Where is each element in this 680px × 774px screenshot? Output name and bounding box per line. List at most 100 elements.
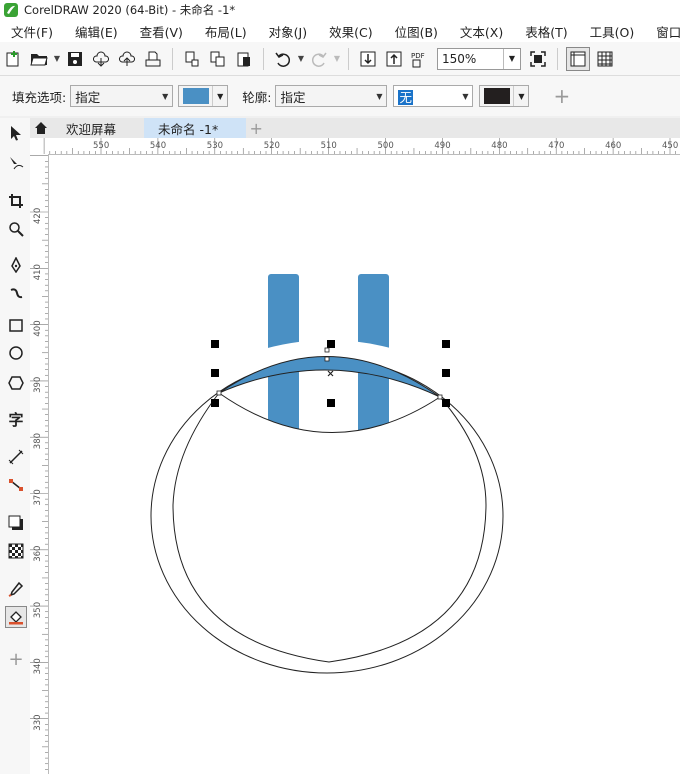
checkerboard-icon: [8, 543, 24, 559]
horizontal-ruler[interactable]: 550 540 530 520 510 500 490 480 470 460 450: [30, 138, 680, 155]
show-rulers-button[interactable]: [566, 46, 590, 71]
menu-window[interactable]: 窗口: [645, 22, 680, 41]
rectangle-tool[interactable]: [5, 314, 27, 336]
crop-tool[interactable]: [5, 190, 27, 212]
handle-middle-right[interactable]: [442, 369, 450, 377]
menu-file[interactable]: 文件(F): [0, 22, 64, 41]
ruler-label: 340: [33, 658, 43, 674]
vertical-ruler[interactable]: 420 410 400 390 380 370 360 350 340 330: [30, 154, 49, 774]
connector-tool[interactable]: [5, 474, 27, 496]
menu-edit[interactable]: 编辑(E): [64, 22, 129, 41]
eyedropper-tool[interactable]: [5, 578, 27, 600]
ruler-label: 500: [378, 141, 394, 151]
ellipse-tool[interactable]: [5, 342, 27, 364]
redo-dropdown-icon[interactable]: ▼: [332, 48, 342, 70]
fill-type-select[interactable]: 指定 ▼: [70, 85, 174, 107]
zoom-dropdown-icon[interactable]: ▼: [503, 48, 520, 69]
handle-middle-left[interactable]: [211, 369, 219, 377]
export-button[interactable]: [207, 48, 229, 70]
publish-pdf-button[interactable]: PDF: [409, 48, 431, 70]
freehand-tool[interactable]: [5, 254, 27, 276]
handle-bottom-right[interactable]: [442, 399, 450, 407]
crop-icon: [9, 194, 23, 208]
drawing-canvas[interactable]: [49, 155, 680, 774]
handle-top-center[interactable]: [327, 340, 335, 348]
tab-document[interactable]: 未命名 -1*: [144, 118, 247, 138]
parallel-dimension-tool[interactable]: [5, 446, 27, 468]
full-screen-icon: [530, 50, 546, 67]
outline-color-picker[interactable]: ▼: [479, 85, 530, 107]
export-file-button[interactable]: [383, 48, 405, 70]
menu-text[interactable]: 文本(X): [449, 22, 514, 41]
cloud-download-button[interactable]: [90, 48, 112, 70]
handle-bottom-left[interactable]: [211, 399, 219, 407]
chevron-down-icon: ▼: [513, 86, 528, 106]
text-glyph-icon: 字: [8, 410, 24, 429]
chevron-down-icon: ▼: [212, 86, 227, 106]
menu-bitmaps[interactable]: 位图(B): [384, 22, 449, 41]
fill-color-picker[interactable]: ▼: [178, 85, 229, 107]
drop-shadow-tool[interactable]: [5, 512, 27, 534]
full-screen-button[interactable]: [527, 48, 549, 70]
ruler-label: 550: [93, 141, 109, 151]
import-button[interactable]: [181, 48, 203, 70]
node-left[interactable]: [216, 390, 222, 396]
chevron-down-icon: ▼: [376, 91, 383, 101]
save-icon: [68, 51, 82, 66]
handle-bottom-center[interactable]: [327, 399, 335, 407]
ellipse-icon: [9, 346, 23, 360]
redo-button[interactable]: [308, 48, 330, 70]
save-button[interactable]: [64, 48, 86, 70]
artistic-media-tool[interactable]: [5, 284, 27, 306]
add-property-button[interactable]: +: [553, 84, 570, 108]
new-tab-button[interactable]: +: [246, 118, 266, 138]
menu-tools[interactable]: 工具(O): [579, 22, 646, 41]
transparency-tool[interactable]: [5, 540, 27, 562]
vertical-ruler-scale: 420 410 400 390 380 370 360 350 340 330: [30, 155, 48, 770]
text-tool[interactable]: 字: [5, 408, 27, 430]
paste-button[interactable]: [233, 48, 255, 70]
tab-welcome-screen[interactable]: 欢迎屏幕: [52, 118, 144, 138]
outline-type-value: 指定: [280, 89, 306, 105]
coreldraw-logo-icon: [4, 3, 18, 17]
undo-dropdown-icon[interactable]: ▼: [296, 48, 306, 70]
menu-effects[interactable]: 效果(C): [318, 22, 383, 41]
zoom-tool[interactable]: [5, 218, 27, 240]
home-tab[interactable]: [30, 118, 52, 138]
import-file-button[interactable]: [357, 48, 379, 70]
node-top-1[interactable]: [324, 347, 330, 353]
inner-moon-shape[interactable]: [172, 392, 487, 663]
node-right[interactable]: [437, 394, 443, 400]
menu-view[interactable]: 查看(V): [129, 22, 194, 41]
tab-document-label: 未命名 -1*: [158, 121, 219, 137]
pick-tool[interactable]: [5, 122, 27, 144]
menu-table[interactable]: 表格(T): [514, 22, 578, 41]
customize-toolbox-button[interactable]: +: [5, 648, 27, 670]
undo-button[interactable]: [272, 48, 294, 70]
standard-toolbar: ▼ ▼ ▼ PDF 150% ▼: [0, 42, 680, 76]
node-top-2[interactable]: [324, 356, 330, 362]
menu-object[interactable]: 对象(J): [258, 22, 318, 41]
zoom-level-combo[interactable]: 150% ▼: [437, 47, 521, 70]
cloud-upload-button[interactable]: [116, 48, 138, 70]
ruler-label: 460: [605, 141, 621, 151]
print-button[interactable]: [142, 48, 164, 70]
polygon-tool[interactable]: [5, 372, 27, 394]
outline-width-combo[interactable]: 无 ▼: [393, 85, 474, 107]
new-document-button[interactable]: [2, 48, 24, 70]
menu-layout[interactable]: 布局(L): [194, 22, 258, 41]
interactive-fill-tool[interactable]: [5, 606, 27, 628]
ruler-label: 370: [33, 489, 43, 505]
new-document-icon: [6, 50, 19, 66]
open-dropdown-icon[interactable]: ▼: [52, 48, 62, 70]
outline-type-select[interactable]: 指定 ▼: [275, 85, 388, 107]
handle-top-left[interactable]: [211, 340, 219, 348]
shape-tool[interactable]: [5, 152, 27, 174]
ruler-label: 360: [33, 546, 43, 562]
open-button[interactable]: [28, 48, 50, 70]
rulers-icon: [570, 51, 586, 66]
handle-top-right[interactable]: [442, 340, 450, 348]
cloud-download-icon: [92, 51, 110, 67]
show-grid-button[interactable]: [594, 48, 616, 70]
import-arrow-icon: [360, 51, 376, 66]
